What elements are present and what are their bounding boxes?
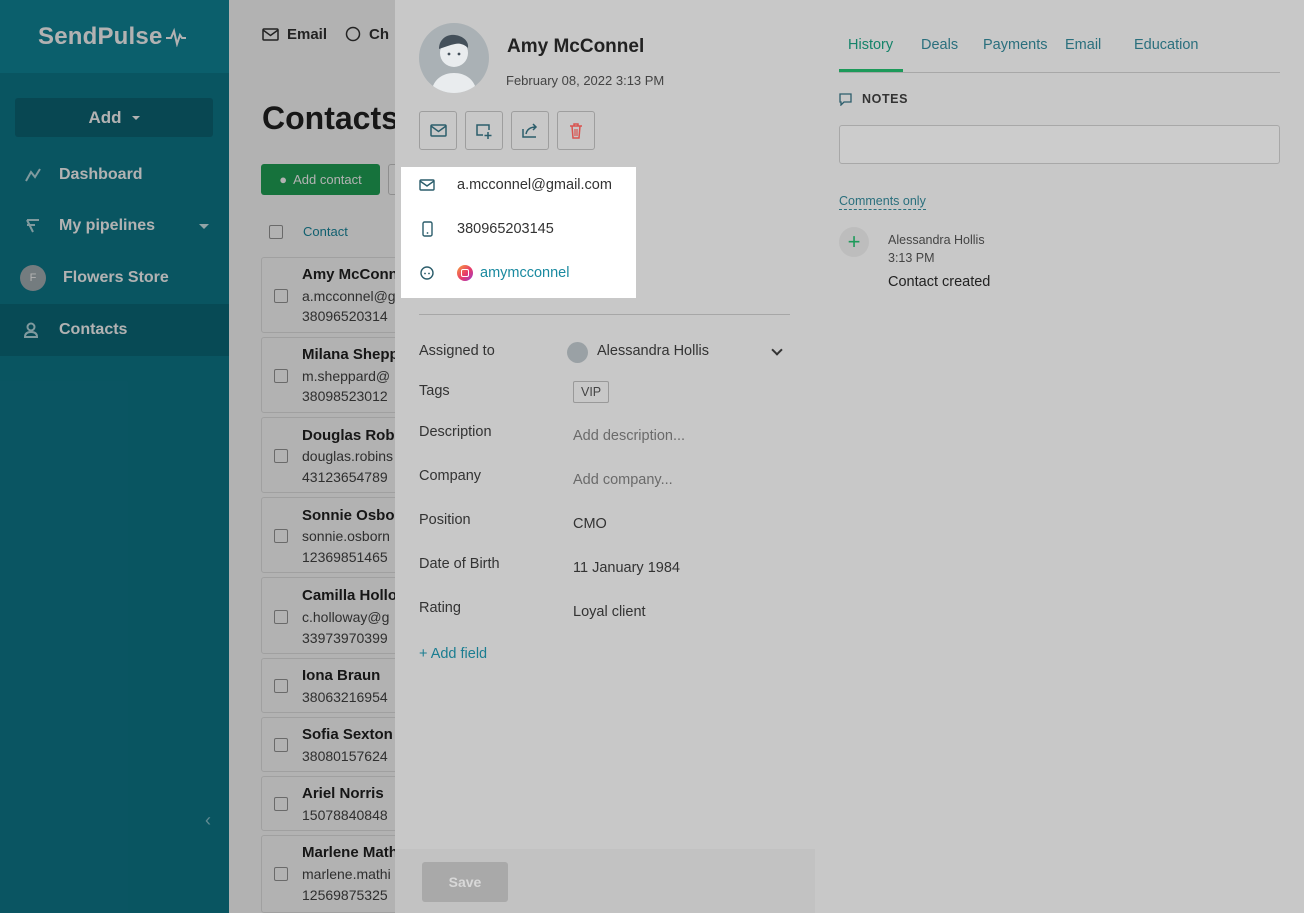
plus-icon: + (839, 227, 869, 257)
contact-channels: a.mcconnel@gmail.com 380965203145 amymcc… (401, 167, 636, 298)
history-time: 3:13 PM (888, 251, 935, 265)
share-button[interactable] (511, 111, 549, 150)
rating-label: Rating (419, 600, 461, 616)
phone-channel[interactable]: 380965203145 (401, 217, 636, 241)
note-icon (839, 92, 852, 106)
divider (419, 314, 790, 315)
delete-button[interactable] (557, 111, 595, 150)
dob-field[interactable]: 11 January 1984 (573, 560, 680, 576)
notes-input[interactable] (839, 125, 1280, 164)
email-channel[interactable]: a.mcconnel@gmail.com (401, 173, 636, 197)
contact-phone[interactable]: 380965203145 (457, 221, 554, 237)
instagram-icon (457, 265, 473, 281)
activity-panel: History Deals Payments Email Education N… (815, 0, 1304, 913)
description-label: Description (419, 424, 492, 440)
history-author: Alessandra Hollis (888, 233, 985, 247)
tag-chip[interactable]: VIP (573, 381, 610, 403)
contact-instagram[interactable]: amymcconnel (480, 265, 569, 281)
instagram-channel[interactable]: amymcconnel (401, 261, 636, 285)
tab-email[interactable]: Email (1065, 37, 1101, 53)
tab-deals[interactable]: Deals (921, 37, 958, 53)
company-field[interactable]: Add company... (573, 472, 673, 488)
company-label: Company (419, 468, 482, 484)
envelope-icon (419, 177, 435, 193)
user-avatar-icon (431, 34, 477, 93)
contact-email[interactable]: a.mcconnel@gmail.com (457, 177, 612, 193)
tab-payments[interactable]: Payments (983, 37, 1047, 53)
contact-panel: Amy McConnel February 08, 2022 3:13 PM a… (395, 0, 1304, 913)
notes-title: NOTES (862, 92, 909, 106)
share-icon (522, 122, 538, 138)
tags-label: Tags (419, 383, 450, 399)
add-field-link[interactable]: + Add field (419, 646, 487, 662)
position-field[interactable]: CMO (573, 516, 607, 532)
phone-icon (419, 221, 435, 237)
tab-history[interactable]: History (848, 37, 893, 53)
assigned-to-value[interactable]: Alessandra Hollis (597, 343, 709, 359)
dob-label: Date of Birth (419, 556, 500, 572)
send-email-button[interactable] (419, 111, 457, 150)
chat-icon (419, 265, 435, 281)
tab-education[interactable]: Education (1134, 37, 1199, 53)
chevron-down-icon[interactable] (771, 344, 783, 356)
contact-avatar (419, 23, 489, 93)
description-field[interactable]: Add description... (573, 428, 685, 444)
add-deal-button[interactable] (465, 111, 503, 150)
trash-icon (570, 122, 582, 139)
assignee-avatar (567, 342, 588, 363)
activity-tabs: History Deals Payments Email Education (839, 0, 1280, 73)
save-button[interactable]: Save (422, 862, 508, 902)
position-label: Position (419, 512, 471, 528)
rating-field[interactable]: Loyal client (573, 604, 646, 620)
contact-details: Amy McConnel February 08, 2022 3:13 PM a… (395, 0, 815, 849)
envelope-icon (429, 124, 447, 137)
contact-name: Amy McConnel (507, 36, 645, 57)
contact-created-date: February 08, 2022 3:13 PM (506, 73, 665, 88)
history-text: Contact created (888, 274, 991, 290)
comments-only-toggle[interactable]: Comments only (839, 194, 926, 210)
notes-heading: NOTES (839, 92, 908, 106)
add-chat-icon (476, 123, 492, 139)
active-tab-indicator (839, 69, 903, 72)
assigned-to-label: Assigned to (419, 343, 495, 359)
